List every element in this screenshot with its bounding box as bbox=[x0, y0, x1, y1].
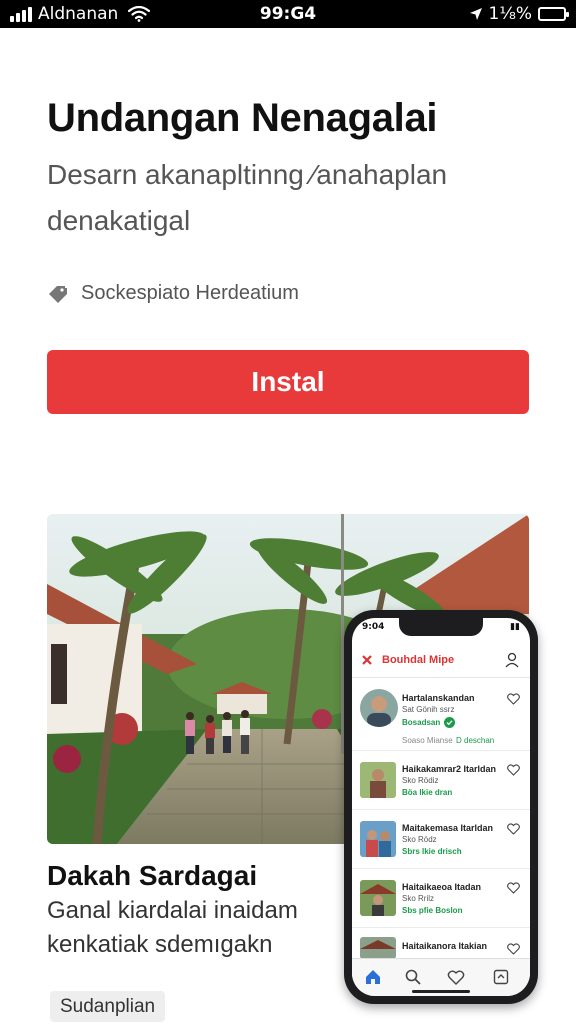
heart-icon[interactable] bbox=[507, 823, 520, 835]
favorites-icon[interactable] bbox=[447, 968, 465, 986]
location-arrow-icon bbox=[469, 8, 482, 20]
battery-percent: 1⅛% bbox=[488, 4, 532, 24]
list-item-thumbnail bbox=[360, 880, 396, 916]
list-item-detail: Sko Rödz bbox=[402, 835, 437, 844]
list-item-thumbnail bbox=[360, 762, 396, 798]
status-bar: Aldnanan 99:G4 1⅛% bbox=[0, 0, 576, 28]
install-button[interactable]: Instal bbox=[47, 350, 529, 414]
list-item-subtext-green: D deschan bbox=[456, 736, 495, 745]
list-item[interactable]: Hartalanskandan Sat Gönih ssrz Bosadsan … bbox=[352, 679, 530, 751]
list-item-name: Haikakamrar2 Itarldan bbox=[402, 764, 497, 774]
phone-app-name: Bouhdal Mipe bbox=[382, 654, 455, 666]
heart-icon[interactable] bbox=[507, 764, 520, 776]
user-icon[interactable] bbox=[504, 652, 520, 668]
developer-row[interactable]: Sockespiato Herdeatium bbox=[47, 282, 299, 305]
list-item-tag: Sbrs lkie drisch bbox=[402, 847, 462, 856]
app-logo-icon bbox=[362, 655, 372, 665]
developer-name: Sockespiato Herdeatium bbox=[81, 282, 299, 304]
list-item-tag: Sbs pfie Boslon bbox=[402, 906, 463, 915]
phone-tab-bar bbox=[352, 958, 530, 996]
list-item-name: Maitakemasa Itarldan bbox=[402, 823, 494, 833]
list-item[interactable]: Maitakemasa Itarldan Sko Rödz Sbrs lkie … bbox=[352, 811, 530, 869]
search-icon[interactable] bbox=[404, 968, 422, 986]
feature-title: Dakah Sardagai bbox=[47, 860, 258, 891]
heart-icon[interactable] bbox=[507, 693, 520, 705]
list-item-detail: Sko Rödiz bbox=[402, 776, 439, 785]
phone-status-time: 9:04 bbox=[362, 622, 385, 632]
list-item-name: Hartalanskandan bbox=[402, 693, 475, 703]
list-item[interactable]: Haitaikaeoa Itadan Sko Rrilz Sbs pfie Bo… bbox=[352, 870, 530, 928]
list-item-thumbnail bbox=[360, 821, 396, 857]
phone-notch bbox=[399, 618, 483, 636]
home-indicator bbox=[412, 990, 470, 993]
list-item[interactable]: Haikakamrar2 Itarldan Sko Rödiz Böa lkie… bbox=[352, 752, 530, 810]
list-item-detail: Sat Gönih ssrz bbox=[402, 705, 455, 714]
developer-tag-icon bbox=[49, 285, 67, 303]
list-item-subtext: Soaso Mianse bbox=[402, 736, 453, 745]
home-icon[interactable] bbox=[364, 968, 382, 986]
category-chip[interactable]: Sudanplian bbox=[50, 991, 166, 1022]
app-title: Undangan Nenagalai bbox=[47, 96, 438, 140]
list-item-name: Haitaikanora Itakian bbox=[402, 941, 488, 951]
battery-icon bbox=[538, 7, 569, 21]
bookmark-icon[interactable] bbox=[492, 968, 510, 986]
app-subtitle: Desarn akanapltinng ⁄anahaplan denakatig… bbox=[47, 159, 448, 236]
list-item-tag: Böa lkie dran bbox=[402, 788, 453, 797]
phone-app-header: Bouhdal Mipe bbox=[352, 644, 530, 678]
list-item-tag: Bosadsan bbox=[402, 718, 441, 727]
phone-screen: 9:04 ▮▮ Bouhdal Mipe Hartalanskandan Sat… bbox=[352, 618, 530, 996]
list-item-name: Haitaikaeoa Itadan bbox=[402, 882, 482, 892]
phone-battery-icon: ▮▮ bbox=[510, 622, 520, 632]
list-item[interactable]: Haitaikanora Itakian bbox=[352, 929, 530, 959]
list-item-thumbnail bbox=[360, 937, 396, 959]
phone-mockup: 9:04 ▮▮ Bouhdal Mipe Hartalanskandan Sat… bbox=[344, 610, 538, 1004]
avatar bbox=[360, 689, 398, 727]
list-item-detail: Sko Rrilz bbox=[402, 894, 435, 903]
verified-check-icon bbox=[444, 717, 455, 728]
feature-description: Ganal kiardalai inaidam kenkatiak sdemıg… bbox=[47, 897, 298, 958]
heart-icon[interactable] bbox=[507, 943, 520, 955]
heart-icon[interactable] bbox=[507, 882, 520, 894]
